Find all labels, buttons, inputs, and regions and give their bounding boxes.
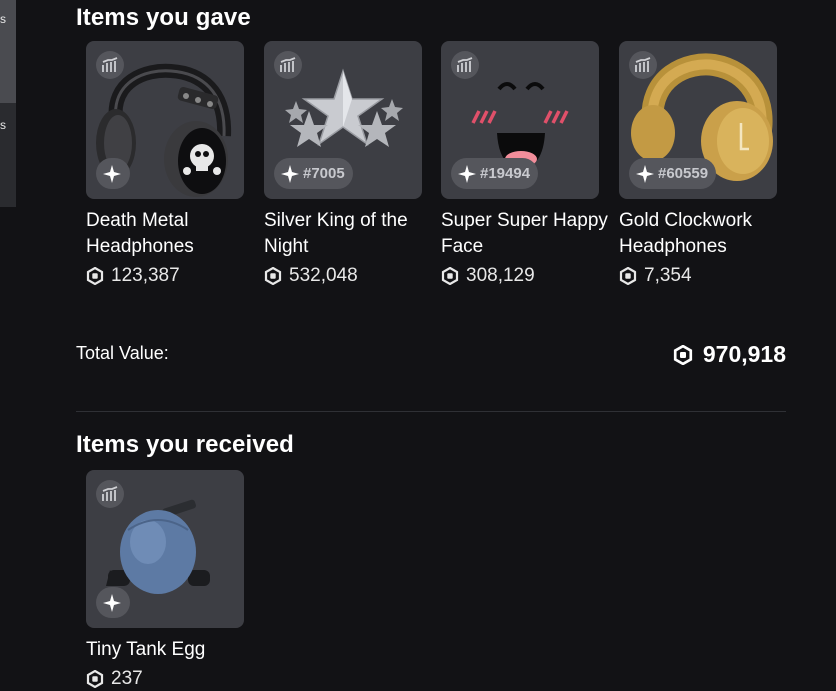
item-card[interactable]: #7005 Silver King of the Night 532,048 xyxy=(264,41,434,287)
limited-badge: #60559 xyxy=(629,158,717,189)
robux-icon xyxy=(86,670,104,688)
item-price: 532,048 xyxy=(264,265,434,287)
item-price: 7,354 xyxy=(619,265,789,287)
item-thumbnail[interactable] xyxy=(86,470,244,628)
item-name[interactable]: Death Metal Headphones xyxy=(86,208,256,260)
item-thumbnail[interactable] xyxy=(86,41,244,199)
stats-icon[interactable] xyxy=(96,480,124,508)
item-price-value: 237 xyxy=(111,668,143,689)
item-price: 123,387 xyxy=(86,265,256,287)
item-card[interactable]: Tiny Tank Egg 237 xyxy=(86,470,256,690)
serial-number: #60559 xyxy=(658,165,709,182)
item-thumbnail[interactable]: #19494 xyxy=(441,41,599,199)
divider xyxy=(76,411,786,412)
sidebar: s s xyxy=(0,0,16,207)
item-name[interactable]: Silver King of the Night xyxy=(264,208,434,260)
robux-icon xyxy=(86,267,104,285)
item-price: 237 xyxy=(86,668,256,690)
stats-icon[interactable] xyxy=(629,51,657,79)
total-value: 970,918 xyxy=(673,341,786,368)
robux-icon xyxy=(264,267,282,285)
serial-number: #7005 xyxy=(303,165,345,182)
robux-icon xyxy=(673,344,692,365)
serial-number: #19494 xyxy=(480,165,531,182)
item-price-value: 308,129 xyxy=(466,265,535,286)
stats-icon[interactable] xyxy=(451,51,479,79)
item-price: 308,129 xyxy=(441,265,611,287)
sparkle-icon xyxy=(280,164,300,184)
limited-badge: #19494 xyxy=(451,158,539,189)
item-price-value: 7,354 xyxy=(644,265,692,286)
item-card[interactable]: #19494 Super Super Happy Face 308,129 xyxy=(441,41,611,287)
stats-icon[interactable] xyxy=(274,51,302,79)
limited-badge xyxy=(96,587,130,618)
sparkle-icon xyxy=(457,164,477,184)
item-name[interactable]: Super Super Happy Face xyxy=(441,208,611,260)
item-price-value: 532,048 xyxy=(289,265,358,286)
limited-badge: #7005 xyxy=(274,158,353,189)
item-card[interactable]: Death Metal Headphones 123,387 xyxy=(86,41,256,287)
sparkle-icon xyxy=(635,164,655,184)
section-title-received: Items you received xyxy=(76,431,294,458)
section-title-gave: Items you gave xyxy=(76,4,251,31)
sparkle-icon xyxy=(102,593,122,613)
total-value-label: Total Value: xyxy=(76,343,169,363)
robux-icon xyxy=(619,267,637,285)
robux-icon xyxy=(441,267,459,285)
sparkle-icon xyxy=(102,164,122,184)
item-thumbnail[interactable]: #7005 xyxy=(264,41,422,199)
item-price-value: 123,387 xyxy=(111,265,180,286)
item-name[interactable]: Gold Clockwork Headphones xyxy=(619,208,789,260)
sidebar-item-label[interactable]: s xyxy=(0,118,6,132)
item-card[interactable]: #60559 Gold Clockwork Headphones 7,354 xyxy=(619,41,789,287)
limited-badge xyxy=(96,158,130,189)
sidebar-item-label[interactable]: s xyxy=(0,12,6,26)
stats-icon[interactable] xyxy=(96,51,124,79)
total-value-amount: 970,918 xyxy=(702,341,786,367)
item-name[interactable]: Tiny Tank Egg xyxy=(86,637,256,663)
item-thumbnail[interactable]: #60559 xyxy=(619,41,777,199)
